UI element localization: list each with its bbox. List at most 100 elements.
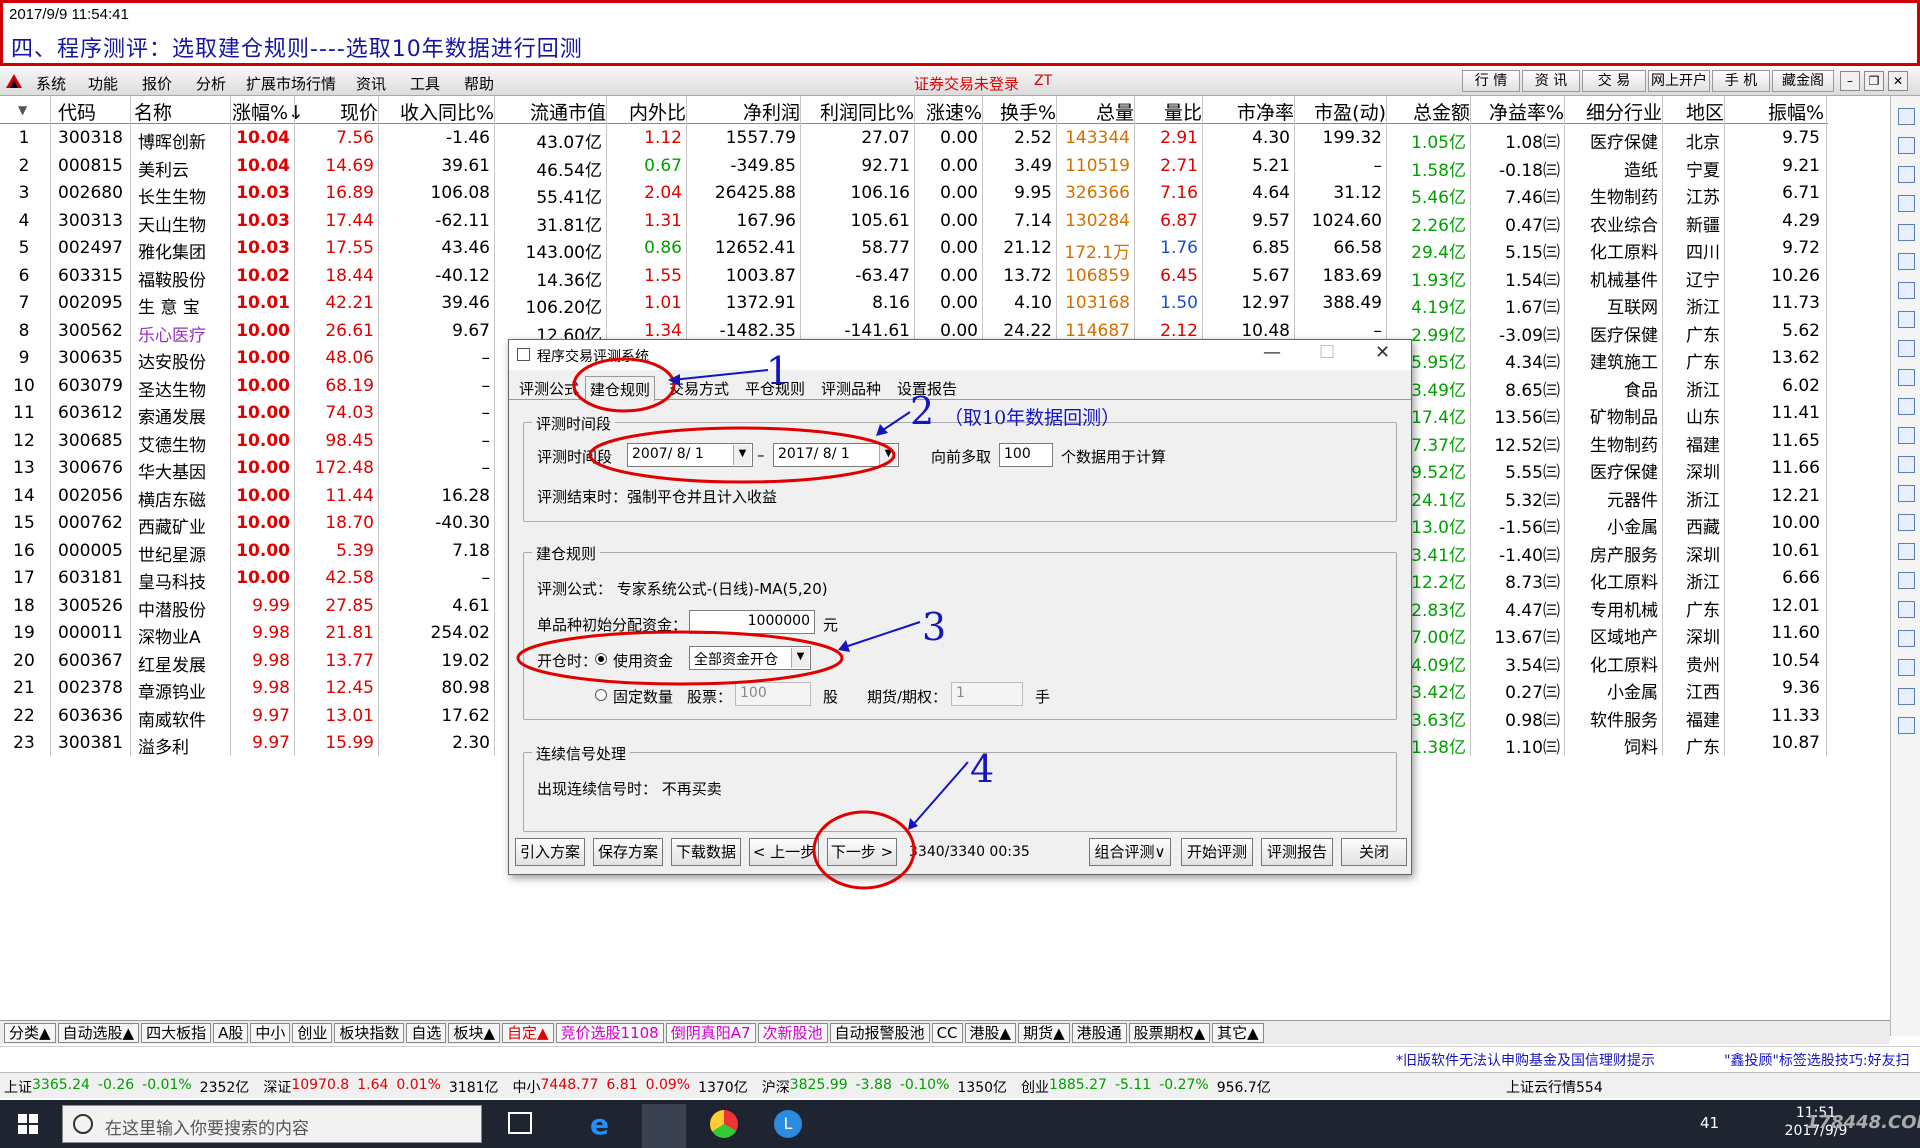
prev-step-button[interactable]: < 上一步 (749, 838, 819, 866)
bottom-tab[interactable]: 自动报警股池 (829, 1023, 930, 1043)
table-row[interactable]: 4 300313 天山生物 10.03 17.44 -62.11 31.81亿 1.31 167… (0, 209, 1828, 236)
trade-login-warning[interactable]: 证券交易未登录 (914, 73, 1019, 94)
nav-up-icon[interactable] (1898, 108, 1915, 125)
tab-formula[interactable]: 评测公式 (519, 378, 579, 399)
funds-mode-select[interactable]: 全部资金开仓 ▼ (689, 646, 811, 670)
col-header[interactable]: 收入同比% (380, 98, 494, 125)
dropdown-arrow-icon[interactable]: ▼ (733, 445, 751, 465)
menu-extended-market[interactable]: 扩展市场行情 (246, 73, 336, 94)
col-header[interactable]: 现价 (296, 98, 378, 125)
col-header[interactable]: 总金额 (1388, 98, 1470, 125)
menu-function[interactable]: 功能 (88, 73, 118, 94)
nav-pagedown-icon[interactable] (1898, 166, 1915, 183)
futures-qty-input[interactable]: 1 (951, 682, 1023, 706)
table-row[interactable]: 7 002095 生 意 宝 10.01 42.21 39.46 106.20亿 1.01 13… (0, 291, 1828, 318)
close-icon[interactable]: ✕ (1888, 71, 1908, 91)
finance-icon[interactable] (1898, 340, 1915, 357)
bottom-tab[interactable]: 股票期权▲ (1128, 1023, 1211, 1043)
tab-build-rules[interactable]: 建仓规则 (585, 376, 656, 401)
col-header[interactable]: 振幅% (1726, 98, 1824, 125)
gear-icon[interactable] (1898, 717, 1915, 734)
bottom-tab[interactable]: 板块▲ (448, 1023, 500, 1043)
dropdown-arrow-icon[interactable]: ▼ (791, 648, 809, 668)
bottom-tab[interactable]: 其它▲ (1212, 1023, 1264, 1043)
col-header[interactable]: 市净率 (1204, 98, 1294, 125)
bottom-tab[interactable]: 港股▲ (964, 1023, 1017, 1043)
cloud-quote-label[interactable]: 上证云行情554 (1506, 1077, 1603, 1097)
btn-mobile[interactable]: 手 机 (1712, 70, 1770, 92)
info-icon[interactable] (1898, 514, 1915, 531)
start-eval-button[interactable]: 开始评测 (1181, 838, 1253, 866)
download-data-button[interactable]: 下载数据 (671, 838, 741, 866)
chart-app-icon[interactable] (710, 1110, 738, 1138)
ticker-right[interactable]: "鑫投顾"标签选股技巧:好友扫 (1724, 1050, 1910, 1070)
trend-icon[interactable] (1898, 572, 1915, 589)
bottom-tab[interactable]: 创业 (292, 1023, 333, 1043)
btn-open-account[interactable]: 网上开户 (1648, 70, 1710, 92)
tab-report[interactable]: 设置报告 (897, 378, 957, 399)
etf-icon[interactable] (1898, 630, 1915, 647)
nav-down-icon[interactable] (1898, 137, 1915, 154)
table-row[interactable]: 1 300318 博晖创新 10.04 7.56 -1.46 43.07亿 1.12 1557.… (0, 126, 1828, 153)
col-header[interactable]: 流通市值 (496, 98, 606, 125)
task-view-icon[interactable] (508, 1112, 532, 1134)
tab-close-rules[interactable]: 平仓规则 (745, 378, 805, 399)
restore-icon[interactable]: ❐ (1864, 71, 1884, 91)
tab-instruments[interactable]: 评测品种 (821, 378, 881, 399)
col-header[interactable]: 利润同比% (802, 98, 914, 125)
f3-icon[interactable] (1898, 485, 1915, 502)
stock-app-icon[interactable] (642, 1104, 686, 1148)
bottom-tab[interactable]: 自定▲ (501, 1023, 554, 1043)
calc-icon[interactable] (1898, 427, 1915, 444)
windows-start-icon[interactable] (18, 1114, 38, 1134)
table-row[interactable]: 2 000815 美利云 10.04 14.69 39.61 46.54亿 0.67 -349.… (0, 154, 1828, 181)
chart-line-icon[interactable] (1898, 253, 1915, 270)
close-button[interactable]: 关闭 (1341, 838, 1407, 866)
dialog-maximize-icon[interactable]: ☐ (1319, 342, 1335, 363)
combo-eval-button[interactable]: 组合评测∨ (1089, 838, 1171, 866)
export-icon[interactable] (1898, 659, 1915, 676)
fund-icon[interactable] (1898, 456, 1915, 473)
bottom-tab[interactable]: 自选 (406, 1023, 447, 1043)
import-plan-button[interactable]: 引入方案 (515, 838, 585, 866)
bottom-tab[interactable]: 分类▲ (4, 1023, 56, 1043)
col-header[interactable]: 净益率% (1472, 98, 1564, 125)
col-header[interactable]: 涨幅%↓ (232, 98, 304, 125)
col-header[interactable]: 地区 (1664, 98, 1724, 125)
list-icon[interactable] (1898, 195, 1915, 212)
bag-icon[interactable] (1898, 688, 1915, 705)
grid-icon[interactable] (1898, 224, 1915, 241)
dialog-close-icon[interactable]: ✕ (1375, 342, 1390, 363)
menu-quote[interactable]: 报价 (142, 73, 172, 94)
bottom-tab[interactable]: 板块指数 (334, 1023, 405, 1043)
table-icon[interactable] (1898, 311, 1915, 328)
bottom-tab[interactable]: 倒阴真阳A7 (665, 1023, 756, 1043)
bottom-tab[interactable]: 自动选股▲ (57, 1023, 140, 1043)
ticker-left[interactable]: *旧版软件无法认申购基金及国信理财提示 (1396, 1050, 1655, 1070)
btn-market[interactable]: 行 情 (1462, 70, 1520, 92)
table-row[interactable]: 6 603315 福鞍股份 10.02 18.44 -40.12 14.36亿 1.55 100… (0, 264, 1828, 291)
bottom-tab[interactable]: 竞价选股1108 (555, 1023, 664, 1043)
dropdown-arrow-icon[interactable]: ▼ (879, 445, 897, 465)
menu-tools[interactable]: 工具 (410, 73, 440, 94)
col-header[interactable]: 内外比 (608, 98, 686, 125)
menu-help[interactable]: 帮助 (464, 73, 494, 94)
bottom-tab[interactable]: CC (931, 1023, 963, 1043)
bottom-tab[interactable]: 中小 (250, 1023, 291, 1043)
forward-count-input[interactable]: 100 (999, 443, 1053, 467)
next-step-button[interactable]: 下一步 > (827, 838, 897, 866)
col-header[interactable]: 净利润 (688, 98, 800, 125)
bottom-tab[interactable]: A股 (213, 1023, 249, 1043)
use-funds-radio[interactable] (595, 653, 607, 665)
bottom-tab[interactable]: 次新股池 (757, 1023, 828, 1043)
menu-system[interactable]: 系统 (36, 73, 66, 94)
menu-news[interactable]: 资讯 (356, 73, 386, 94)
col-header[interactable]: 名称 (134, 98, 230, 125)
bottom-tab[interactable]: 港股通 (1071, 1023, 1127, 1043)
bottom-tab[interactable]: 四大板指 (141, 1023, 212, 1043)
table-row[interactable]: 3 002680 长生生物 10.03 16.89 106.08 55.41亿 2.04 264… (0, 181, 1828, 208)
edge-browser-icon[interactable]: e (590, 1108, 609, 1141)
end-date-picker[interactable]: 2017/ 8/ 1 ▼ (773, 443, 899, 467)
dialog-minimize-icon[interactable]: — (1263, 342, 1281, 363)
f10-icon[interactable] (1898, 369, 1915, 386)
